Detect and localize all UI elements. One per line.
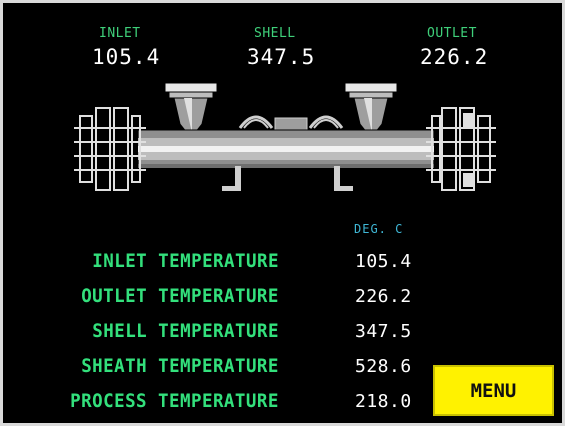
right-flange <box>426 107 496 191</box>
outlet-temperature-label: OUTLET TEMPERATURE <box>81 285 279 307</box>
shell-temperature-label: SHELL TEMPERATURE <box>92 320 279 342</box>
sheath-temperature-label: SHEATH TEMPERATURE <box>81 355 279 377</box>
shell-body <box>137 129 435 169</box>
outlet-temperature-value: 226.2 <box>355 286 412 307</box>
menu-button[interactable]: MENU <box>433 365 554 416</box>
process-temperature-value: 218.0 <box>355 391 412 412</box>
heat-exchanger-diagram <box>74 82 496 191</box>
baffle-right-foot <box>334 186 353 191</box>
shell-value: 347.5 <box>247 45 316 69</box>
left-flange <box>74 107 146 191</box>
baffle-left-foot <box>222 186 241 191</box>
process-temperature-label: PROCESS TEMPERATURE <box>70 390 279 412</box>
shell-sensor <box>238 115 344 131</box>
outlet-label: OUTLET <box>427 26 477 41</box>
units-label: DEG. C <box>354 222 404 236</box>
inlet-value: 105.4 <box>92 45 161 69</box>
outlet-value: 226.2 <box>420 45 489 69</box>
shell-temperature-value: 347.5 <box>355 321 412 342</box>
sheath-temperature-value: 528.6 <box>355 356 412 377</box>
menu-button-label: MENU <box>470 379 517 402</box>
inlet-label: INLET <box>99 26 141 41</box>
shell-label: SHELL <box>254 26 296 41</box>
inlet-temperature-value: 105.4 <box>355 251 412 272</box>
inlet-temperature-label: INLET TEMPERATURE <box>92 250 279 272</box>
